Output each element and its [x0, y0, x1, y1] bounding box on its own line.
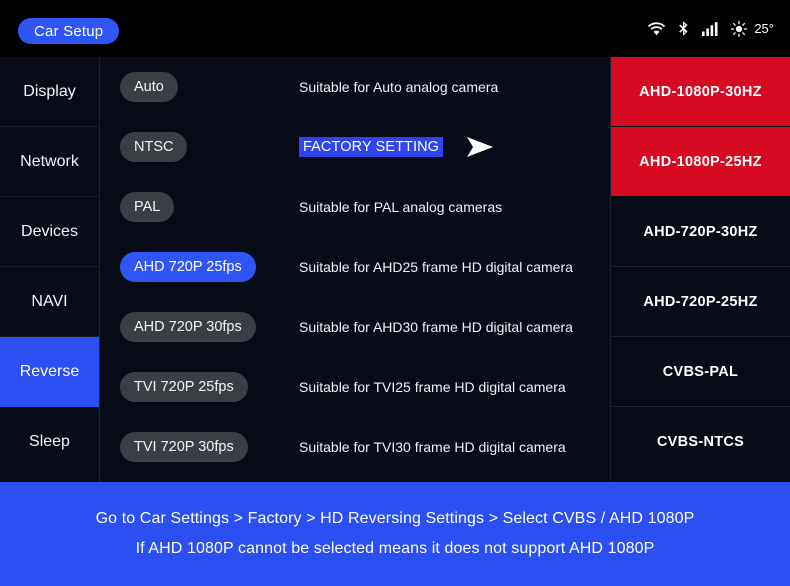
- signal-bars-icon: [702, 21, 718, 36]
- output-option-ahd-720p-25hz[interactable]: AHD-720P-25HZ: [611, 267, 790, 337]
- format-row: PAL Suitable for PAL analog cameras: [100, 177, 610, 237]
- output-option-ahd-720p-30hz[interactable]: AHD-720P-30HZ: [611, 197, 790, 267]
- sidebar-item-devices[interactable]: Devices: [0, 197, 99, 267]
- sidebar-item-reverse[interactable]: Reverse: [0, 337, 99, 407]
- sidebar-item-label: Display: [23, 82, 76, 100]
- format-row: TVI 720P 25fps Suitable for TVI25 frame …: [100, 357, 610, 417]
- format-row: AHD 720P 30fps Suitable for AHD30 frame …: [100, 297, 610, 357]
- format-option-pal[interactable]: PAL: [120, 192, 175, 222]
- factory-setting-badge: FACTORY SETTING: [299, 137, 444, 157]
- output-option-ahd-1080p-30hz[interactable]: AHD-1080P-30HZ: [611, 57, 790, 127]
- sidebar-item-navi[interactable]: NAVI: [0, 267, 99, 337]
- format-option-label: TVI 720P 30fps: [134, 439, 234, 455]
- format-option-label: Auto: [134, 79, 164, 95]
- format-option-tvi-720p-25fps[interactable]: TVI 720P 25fps: [120, 372, 248, 402]
- temperature-label: 25°: [754, 21, 774, 36]
- wifi-icon: [648, 21, 666, 36]
- format-row: Auto Suitable for Auto analog camera: [100, 57, 610, 117]
- factory-setting-callout: FACTORY SETTING: [299, 135, 495, 159]
- format-option-label: PAL: [134, 199, 161, 215]
- status-icon-tray: 25°: [648, 0, 774, 57]
- camera-format-list: Auto Suitable for Auto analog camera NTS…: [100, 57, 611, 482]
- settings-sidebar: Display Network Devices NAVI Reverse Sle…: [0, 57, 100, 482]
- format-option-ahd-720p-25fps[interactable]: AHD 720P 25fps: [120, 252, 256, 282]
- format-description: Suitable for PAL analog cameras: [299, 199, 503, 215]
- instruction-line-1: Go to Car Settings > Factory > HD Revers…: [95, 510, 695, 527]
- sidebar-item-network[interactable]: Network: [0, 127, 99, 197]
- sidebar-item-label: Devices: [21, 222, 78, 240]
- settings-body: Display Network Devices NAVI Reverse Sle…: [0, 57, 790, 482]
- output-option-label: CVBS-PAL: [662, 363, 739, 380]
- format-row: AHD 720P 25fps Suitable for AHD25 frame …: [100, 237, 610, 297]
- format-description: Suitable for Auto analog camera: [299, 79, 499, 95]
- sidebar-item-sleep[interactable]: Sleep: [0, 407, 99, 477]
- format-option-label: NTSC: [134, 139, 174, 155]
- format-option-label: TVI 720P 25fps: [134, 379, 234, 395]
- car-setup-screen: Car Setup 25° Display Network Devices NA…: [0, 0, 790, 586]
- format-option-label: AHD 720P 25fps: [134, 259, 242, 275]
- output-option-label: AHD-1080P-30HZ: [639, 83, 762, 100]
- sidebar-item-label: NAVI: [31, 292, 68, 310]
- format-option-auto[interactable]: Auto: [120, 72, 178, 102]
- output-option-label: CVBS-NTCS: [656, 434, 745, 450]
- sidebar-item-label: Sleep: [29, 433, 70, 450]
- format-row: NTSC FACTORY SETTING: [100, 117, 610, 177]
- output-option-cvbs-ntcs[interactable]: CVBS-NTCS: [611, 407, 790, 477]
- output-option-cvbs-pal[interactable]: CVBS-PAL: [611, 337, 790, 407]
- format-description: Suitable for AHD30 frame HD digital came…: [299, 319, 573, 335]
- instruction-line-2: If AHD 1080P cannot be selected means it…: [135, 540, 655, 557]
- output-option-label: AHD-720P-30HZ: [643, 223, 758, 240]
- format-description: Suitable for AHD25 frame HD digital came…: [299, 259, 573, 275]
- format-option-ahd-720p-30fps[interactable]: AHD 720P 30fps: [120, 312, 256, 342]
- arrow-right-icon: [467, 137, 494, 157]
- output-option-label: AHD-720P-25HZ: [643, 293, 758, 310]
- format-description: Suitable for TVI25 frame HD digital came…: [299, 379, 566, 395]
- hd-reversing-output-list: AHD-1080P-30HZ AHD-1080P-25HZ AHD-720P-3…: [611, 57, 790, 482]
- car-setup-label: Car Setup: [34, 22, 104, 40]
- bluetooth-icon: [678, 20, 689, 37]
- format-option-label: AHD 720P 30fps: [134, 319, 242, 335]
- format-description: Suitable for TVI30 frame HD digital came…: [299, 439, 566, 455]
- format-option-tvi-720p-30fps[interactable]: TVI 720P 30fps: [120, 432, 248, 462]
- sidebar-item-label: Network: [20, 152, 79, 170]
- format-row: TVI 720P 30fps Suitable for TVI30 frame …: [100, 417, 610, 477]
- output-option-label: AHD-1080P-25HZ: [639, 153, 762, 170]
- car-setup-title-button[interactable]: Car Setup: [18, 18, 120, 44]
- sidebar-item-label: Reverse: [19, 362, 80, 380]
- brightness-icon: [731, 20, 748, 37]
- sidebar-item-display[interactable]: Display: [0, 57, 99, 127]
- output-option-ahd-1080p-25hz[interactable]: AHD-1080P-25HZ: [611, 127, 790, 197]
- format-option-ntsc[interactable]: NTSC: [120, 132, 188, 162]
- top-status-bar: Car Setup 25°: [0, 0, 790, 57]
- instruction-banner: Go to Car Settings > Factory > HD Revers…: [0, 482, 790, 586]
